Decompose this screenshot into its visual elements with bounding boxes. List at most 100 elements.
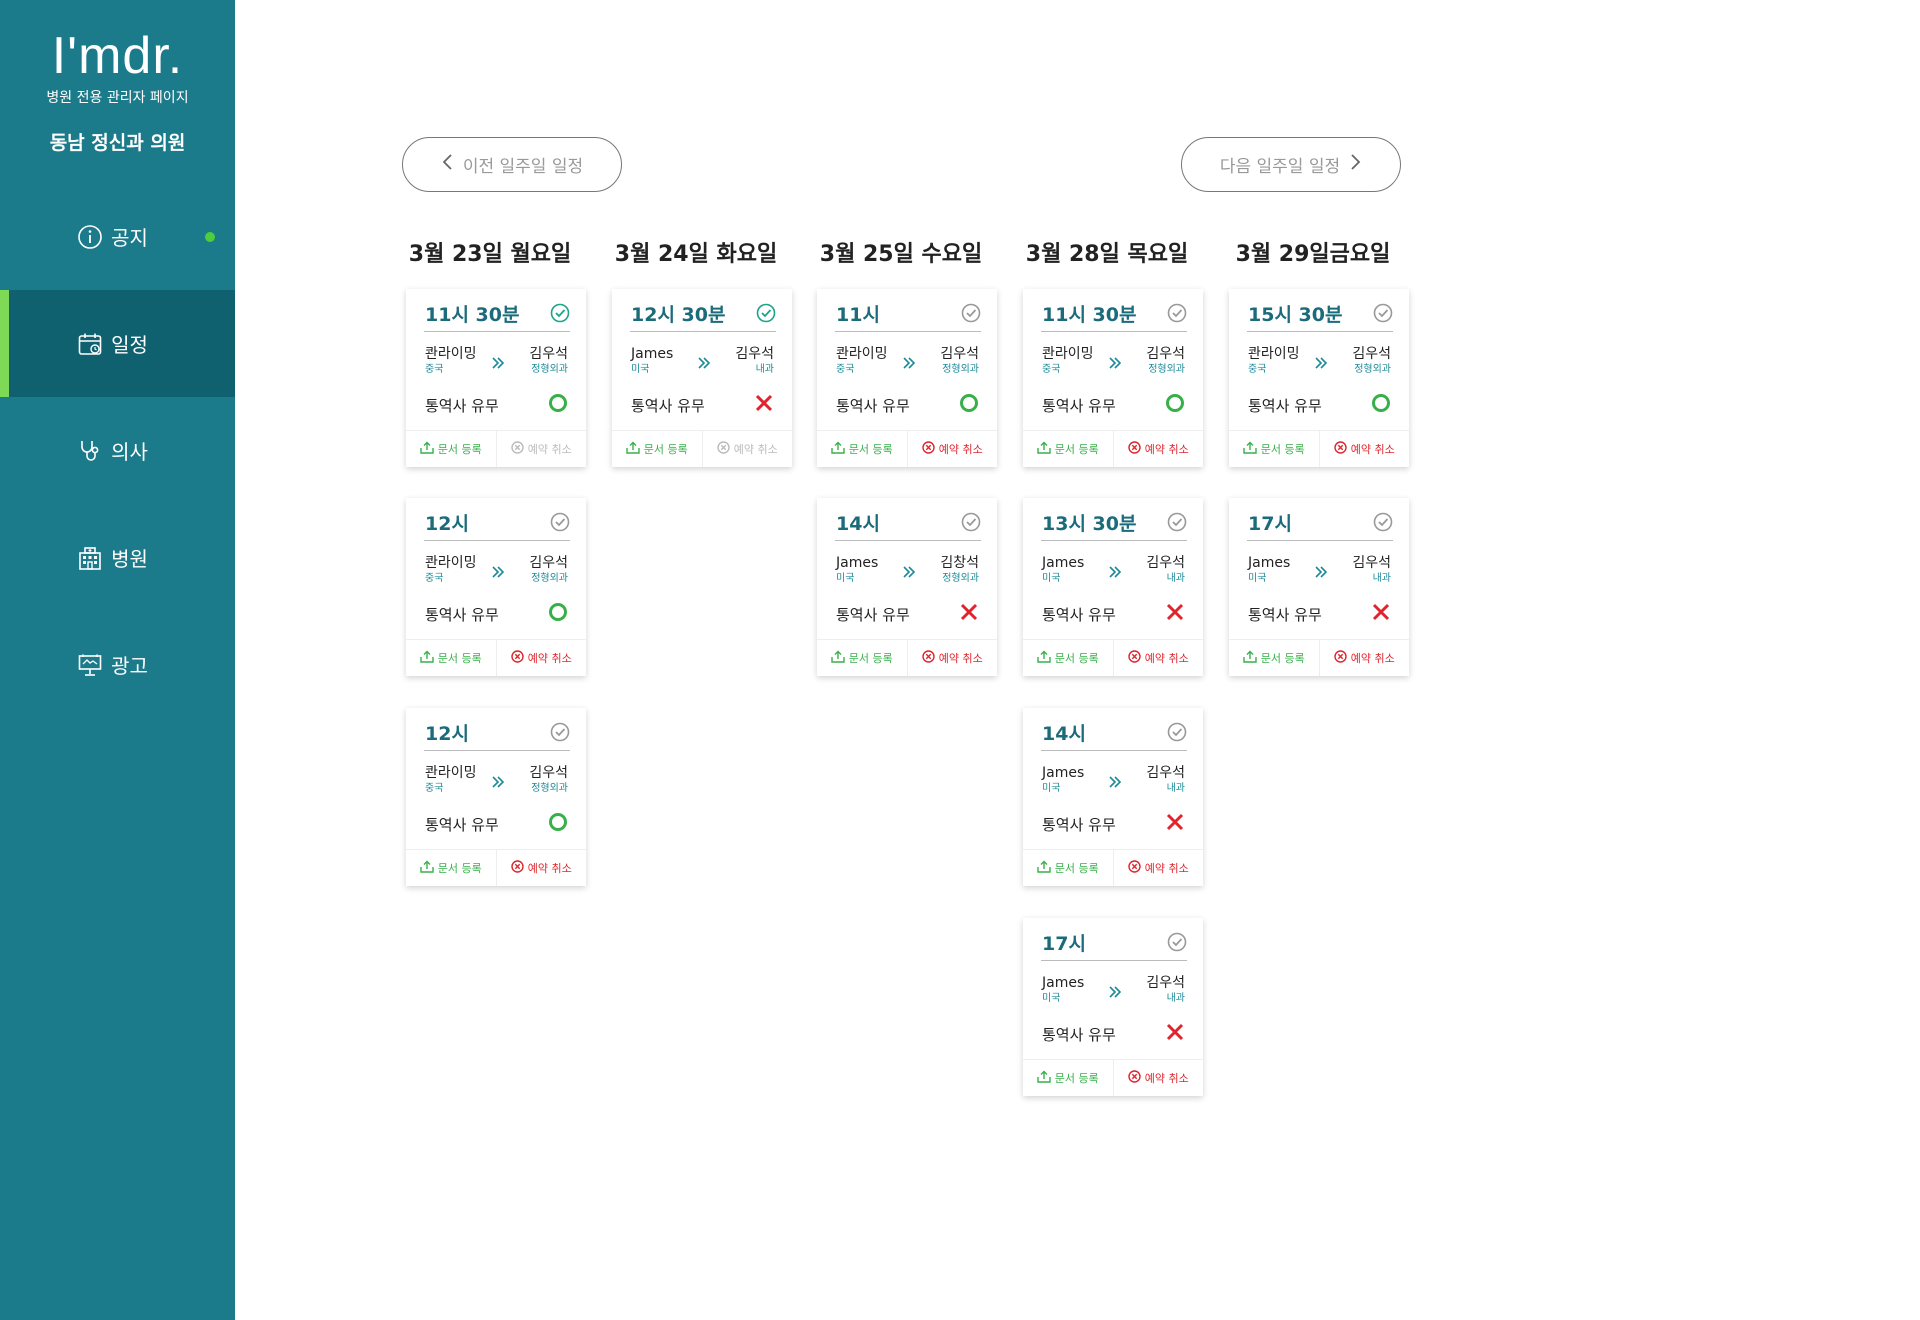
- double-chevron-right-icon: [1314, 355, 1328, 369]
- cancel-appointment-button[interactable]: 예약 취소: [1112, 850, 1204, 886]
- sidebar-item-doctor[interactable]: 의사: [0, 397, 235, 504]
- patient-country: 중국: [425, 783, 444, 794]
- doctor-department: 내과: [755, 364, 774, 375]
- cancel-appointment-button[interactable]: 예약 취소: [495, 640, 587, 676]
- upload-label: 문서 등록: [1054, 652, 1099, 665]
- cancel-appointment-button[interactable]: 예약 취소: [495, 431, 587, 467]
- cancel-appointment-button[interactable]: 예약 취소: [1318, 640, 1410, 676]
- card-actions: 문서 등록 예약 취소: [817, 430, 997, 467]
- confirm-check-icon[interactable]: [961, 512, 981, 532]
- upload-document-button[interactable]: 문서 등록: [1023, 1060, 1113, 1096]
- cancel-icon: [922, 441, 935, 457]
- appointment-card[interactable]: 12시 콴라이밍 중국 김우석 정형외과 통역사 유무 문서 등록 예약 취소: [406, 498, 586, 676]
- double-chevron-right-icon: [902, 355, 916, 369]
- day-header: 3월 25일 수요일: [819, 242, 983, 267]
- confirm-check-icon[interactable]: [550, 303, 570, 323]
- appointment-card[interactable]: 17시 James 미국 김우석 내과 통역사 유무 문서 등록 예약 취소: [1023, 918, 1203, 1096]
- appointment-card[interactable]: 12시 30분 James 미국 김우석 내과 통역사 유무 문서 등록 예약 취소: [612, 289, 792, 467]
- doctor-info: 김우석 내과: [1146, 554, 1185, 586]
- patient-info: 콴라이밍 중국: [1042, 345, 1094, 377]
- doctor-info: 김창석 정형외과: [940, 554, 979, 586]
- upload-document-button[interactable]: 문서 등록: [1023, 431, 1113, 467]
- calendar-icon: [77, 331, 103, 357]
- divider: [1041, 750, 1187, 751]
- appointment-card[interactable]: 15시 30분 콴라이밍 중국 김우석 정형외과 통역사 유무 문서 등록 예약 취소: [1229, 289, 1409, 467]
- upload-document-button[interactable]: 문서 등록: [612, 431, 702, 467]
- upload-document-button[interactable]: 문서 등록: [1229, 431, 1319, 467]
- upload-label: 문서 등록: [1054, 862, 1099, 875]
- appointment-card[interactable]: 12시 콴라이밍 중국 김우석 정형외과 통역사 유무 문서 등록 예약 취소: [406, 708, 586, 886]
- confirm-check-icon[interactable]: [961, 303, 981, 323]
- appointment-card[interactable]: 11시 30분 콴라이밍 중국 김우석 정형외과 통역사 유무 문서 등록 예약 취소: [406, 289, 586, 467]
- upload-icon: [420, 441, 434, 457]
- appointment-card[interactable]: 13시 30분 James 미국 김우석 내과 통역사 유무 문서 등록 예약 취소: [1023, 498, 1203, 676]
- appointment-time: 12시: [425, 513, 469, 535]
- patient-name: 콴라이밍: [425, 765, 477, 781]
- card-actions: 문서 등록 예약 취소: [1023, 430, 1203, 467]
- cancel-appointment-button[interactable]: 예약 취소: [1112, 640, 1204, 676]
- cancel-appointment-button[interactable]: 예약 취소: [1318, 431, 1410, 467]
- upload-document-button[interactable]: 문서 등록: [406, 640, 496, 676]
- interpreter-label: 통역사 유무: [1042, 816, 1116, 834]
- patient-name: James: [836, 555, 879, 571]
- info-icon: [77, 224, 103, 250]
- upload-document-button[interactable]: 문서 등록: [817, 431, 907, 467]
- hospital-icon: [77, 545, 103, 571]
- notification-dot: [205, 232, 215, 242]
- next-week-button[interactable]: 다음 일주일 일정: [1181, 137, 1401, 192]
- upload-document-button[interactable]: 문서 등록: [1023, 850, 1113, 886]
- cancel-label: 예약 취소: [1350, 443, 1395, 456]
- cancel-appointment-button[interactable]: 예약 취소: [701, 431, 793, 467]
- day-header: 3월 23일 월요일: [408, 242, 572, 267]
- sidebar-item-schedule[interactable]: 일정: [0, 290, 235, 397]
- cancel-appointment-button[interactable]: 예약 취소: [1112, 1060, 1204, 1096]
- sidebar-item-hospital[interactable]: 병원: [0, 504, 235, 611]
- upload-document-button[interactable]: 문서 등록: [817, 640, 907, 676]
- confirm-check-icon[interactable]: [1373, 303, 1393, 323]
- cancel-icon: [1128, 1070, 1141, 1086]
- cancel-appointment-button[interactable]: 예약 취소: [906, 640, 998, 676]
- patient-info: James 미국: [1042, 764, 1084, 796]
- patient-name: James: [1042, 975, 1085, 991]
- appointment-card[interactable]: 11시 콴라이밍 중국 김우석 정형외과 통역사 유무 문서 등록 예약 취소: [817, 289, 997, 467]
- patient-name: James: [1248, 555, 1291, 571]
- sidebar-item-notice[interactable]: 공지: [0, 183, 235, 290]
- confirm-check-icon[interactable]: [1373, 512, 1393, 532]
- appointment-card[interactable]: 17시 James 미국 김우석 내과 통역사 유무 문서 등록 예약 취소: [1229, 498, 1409, 676]
- doctor-department: 내과: [1166, 783, 1185, 794]
- cancel-appointment-button[interactable]: 예약 취소: [495, 850, 587, 886]
- cancel-appointment-button[interactable]: 예약 취소: [1112, 431, 1204, 467]
- patient-country: 미국: [1248, 573, 1267, 584]
- confirm-check-icon[interactable]: [1167, 512, 1187, 532]
- upload-icon: [1037, 441, 1051, 457]
- upload-document-button[interactable]: 문서 등록: [1229, 640, 1319, 676]
- appointment-card[interactable]: 11시 30분 콴라이밍 중국 김우석 정형외과 통역사 유무 문서 등록 예약 취소: [1023, 289, 1203, 467]
- prev-week-button[interactable]: 이전 일주일 일정: [402, 137, 622, 192]
- double-chevron-right-icon: [491, 355, 505, 369]
- upload-icon: [1037, 1070, 1051, 1086]
- confirm-check-icon[interactable]: [550, 512, 570, 532]
- interpreter-yes-icon: [1371, 393, 1391, 413]
- sidebar-item-ads[interactable]: 광고: [0, 611, 235, 718]
- card-actions: 문서 등록 예약 취소: [817, 639, 997, 676]
- upload-document-button[interactable]: 문서 등록: [406, 850, 496, 886]
- patient-info: 콴라이밍 중국: [425, 345, 477, 377]
- sidebar-item-label: 광고: [111, 654, 148, 678]
- upload-document-button[interactable]: 문서 등록: [1023, 640, 1113, 676]
- appointment-card[interactable]: 14시 James 미국 김창석 정형외과 통역사 유무 문서 등록 예약 취소: [817, 498, 997, 676]
- patient-country: 중국: [1042, 364, 1061, 375]
- doctor-name: 김창석: [940, 555, 979, 571]
- next-week-label: 다음 일주일 일정: [1219, 157, 1341, 177]
- upload-document-button[interactable]: 문서 등록: [406, 431, 496, 467]
- patient-country: 미국: [836, 573, 855, 584]
- confirm-check-icon[interactable]: [550, 722, 570, 742]
- confirm-check-icon[interactable]: [756, 303, 776, 323]
- interpreter-no-icon: [754, 393, 774, 413]
- double-chevron-right-icon: [1108, 564, 1122, 578]
- confirm-check-icon[interactable]: [1167, 722, 1187, 742]
- confirm-check-icon[interactable]: [1167, 303, 1187, 323]
- confirm-check-icon[interactable]: [1167, 932, 1187, 952]
- clinic-name: 동남 정신과 의원: [49, 132, 186, 154]
- appointment-card[interactable]: 14시 James 미국 김우석 내과 통역사 유무 문서 등록 예약 취소: [1023, 708, 1203, 886]
- cancel-appointment-button[interactable]: 예약 취소: [906, 431, 998, 467]
